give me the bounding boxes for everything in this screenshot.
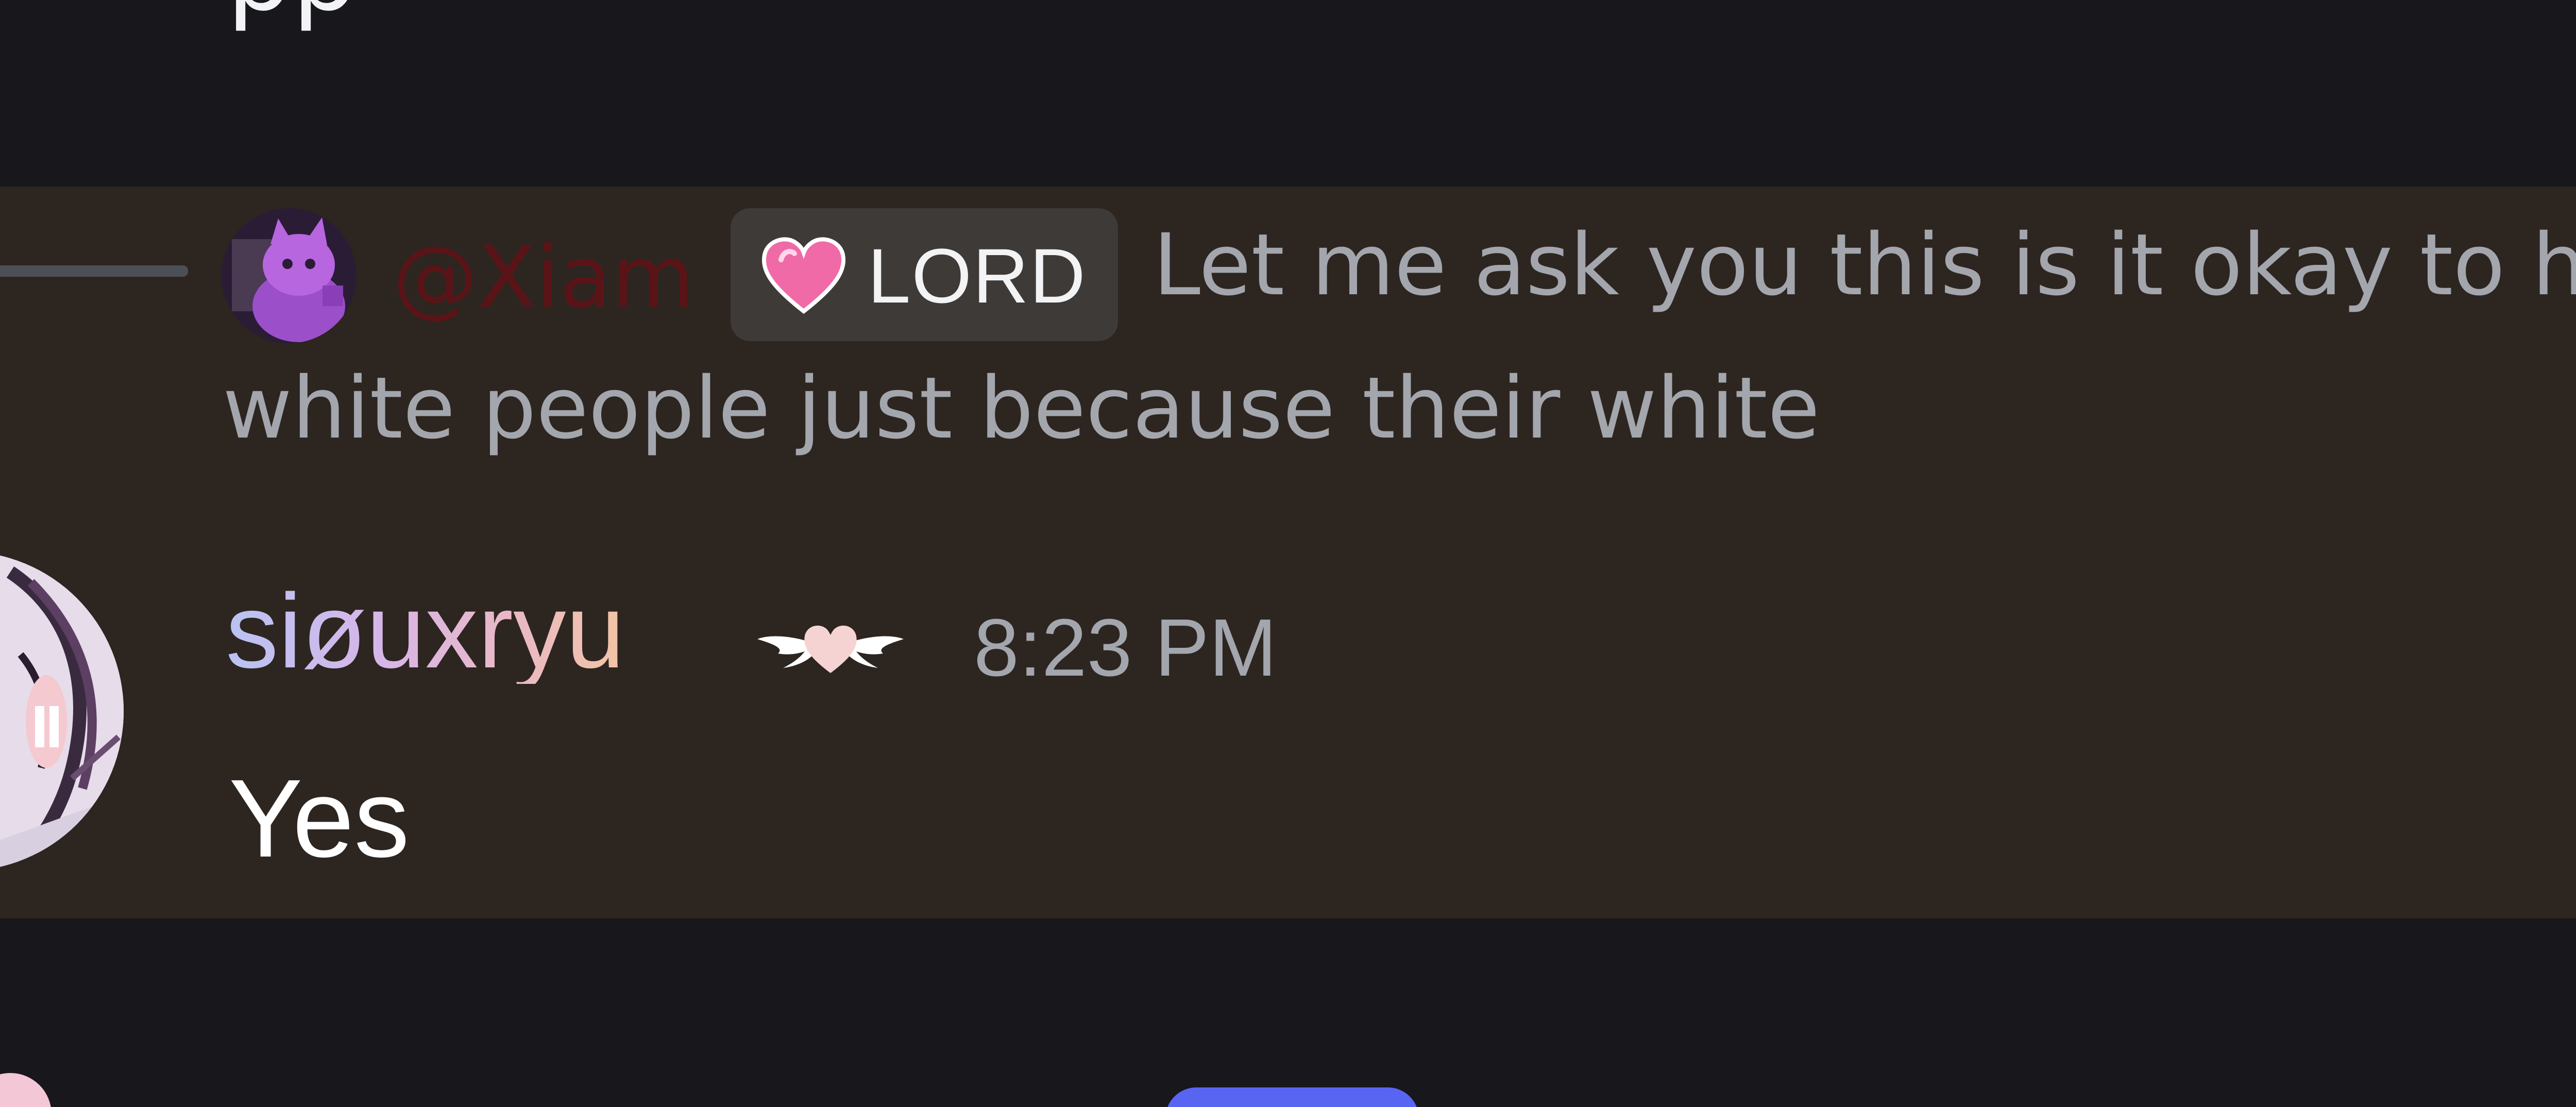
message-timestamp[interactable]: 8:23 PM: [974, 607, 1277, 689]
winged-heart-icon: [757, 625, 904, 673]
author-username[interactable]: siøuxryu: [226, 578, 625, 684]
reply-preview-text[interactable]: Let me ask you this is it okay to hat: [1153, 223, 2576, 308]
pink-heart-icon: [762, 237, 845, 314]
chat-viewport: pp @Xiam LORD Let me ask you this is it …: [0, 0, 2576, 1107]
reply-author-name[interactable]: @Xiam: [393, 235, 694, 320]
reply-preview-text-continued[interactable]: white people just because their white: [223, 366, 1820, 451]
reply-connector-line: [0, 265, 188, 277]
role-tag[interactable]: LORD: [731, 208, 1118, 341]
new-messages-button[interactable]: [1165, 1087, 1419, 1107]
reply-author-avatar[interactable]: [222, 208, 357, 343]
next-message-avatar[interactable]: [0, 1073, 52, 1107]
previous-message-text: pp: [227, 0, 358, 26]
role-label: LORD: [868, 232, 1087, 319]
message-content[interactable]: Yes: [229, 763, 410, 874]
